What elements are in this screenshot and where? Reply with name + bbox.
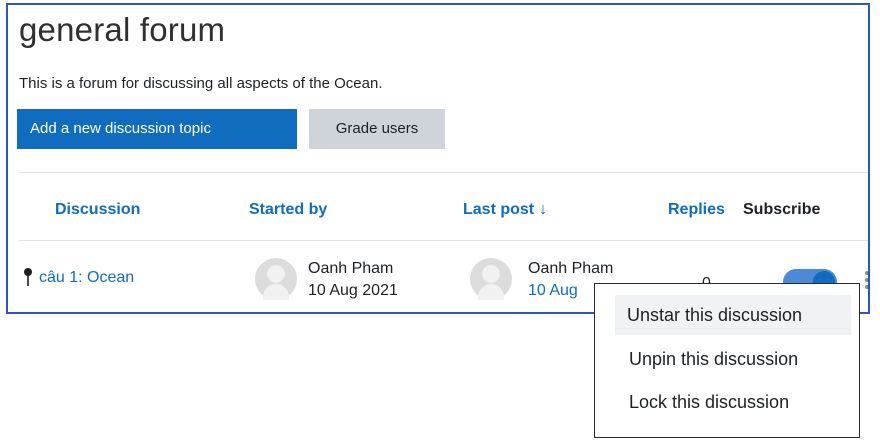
more-actions-icon[interactable] bbox=[865, 271, 868, 293]
page-title: general forum bbox=[19, 11, 226, 48]
started-by-column-header[interactable]: Started by bbox=[249, 201, 327, 219]
subscribe-header-label: Subscribe bbox=[743, 201, 821, 218]
pin-icon bbox=[24, 268, 32, 286]
grade-users-button[interactable]: Grade users bbox=[309, 109, 445, 149]
forum-panel: general forum This is a forum for discus… bbox=[6, 3, 870, 314]
replies-header-label[interactable]: Replies bbox=[668, 201, 725, 218]
discussion-header-label[interactable]: Discussion bbox=[55, 201, 140, 218]
unpin-discussion-menu-item[interactable]: Unpin this discussion bbox=[596, 339, 858, 379]
unstar-discussion-menu-item[interactable]: Unstar this discussion bbox=[615, 295, 851, 335]
table-header-divider bbox=[19, 240, 868, 241]
last-post-date-link[interactable]: 10 Aug bbox=[528, 282, 578, 300]
add-discussion-button[interactable]: Add a new discussion topic bbox=[17, 109, 297, 149]
discussion-column-header[interactable]: Discussion bbox=[55, 201, 140, 219]
last-post-column-header[interactable]: Last post ↓ bbox=[463, 201, 547, 219]
discussion-actions-menu: Unstar this discussion Unpin this discus… bbox=[594, 283, 860, 438]
last-post-name[interactable]: Oanh Pham bbox=[528, 260, 613, 278]
started-by-name[interactable]: Oanh Pham bbox=[308, 260, 393, 278]
replies-column-header[interactable]: Replies bbox=[668, 201, 725, 219]
last-post-avatar[interactable] bbox=[470, 258, 512, 300]
subscribe-column-header: Subscribe bbox=[743, 201, 820, 219]
table-top-divider bbox=[19, 172, 868, 173]
started-by-date: 10 Aug 2021 bbox=[308, 282, 398, 299]
discussion-link[interactable]: câu 1: Ocean bbox=[39, 269, 134, 287]
forum-intro: This is a forum for discussing all aspec… bbox=[19, 75, 383, 92]
last-post-header-label[interactable]: Last post bbox=[463, 201, 534, 218]
lock-discussion-menu-item[interactable]: Lock this discussion bbox=[596, 382, 858, 422]
sort-arrow-icon[interactable]: ↓ bbox=[539, 201, 547, 218]
started-by-header-label[interactable]: Started by bbox=[249, 201, 327, 218]
started-by-avatar[interactable] bbox=[255, 258, 297, 300]
